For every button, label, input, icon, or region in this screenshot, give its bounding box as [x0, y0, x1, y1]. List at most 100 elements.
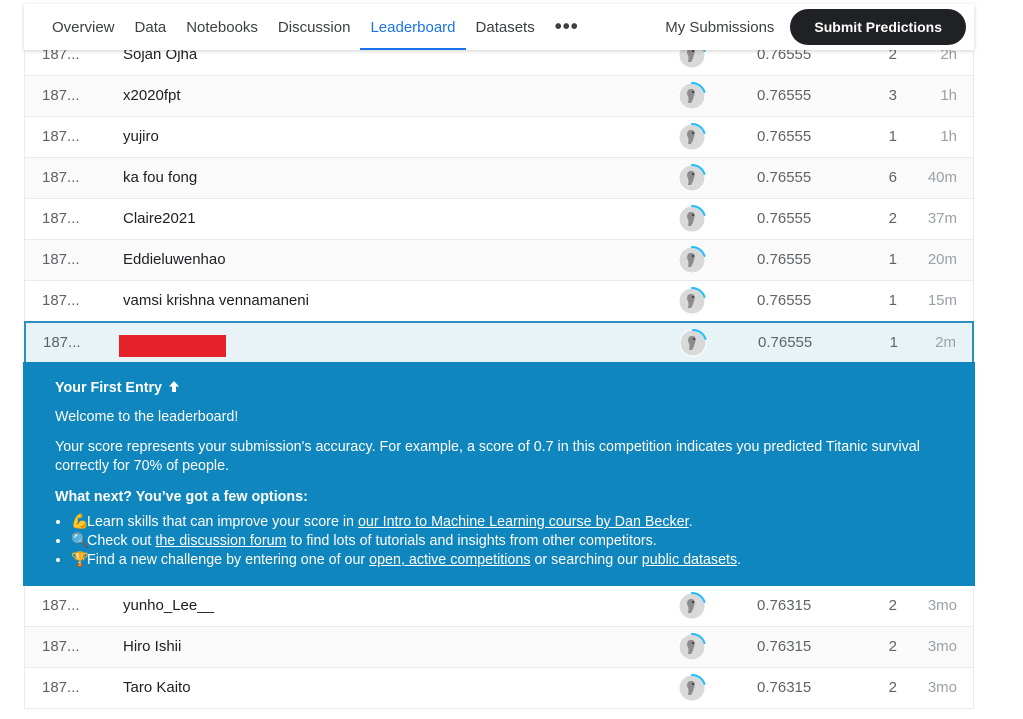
my-entry-row[interactable]: 187... 0.76555 1 2m	[24, 321, 974, 365]
banner-title: Your First Entry	[55, 380, 943, 396]
user-avatar-icon[interactable]	[677, 81, 707, 111]
rank: 187...	[42, 210, 80, 227]
last-submission: 3mo	[927, 597, 957, 614]
score: 0.76315	[757, 638, 812, 655]
score: 0.76555	[757, 251, 812, 268]
score: 0.76315	[757, 597, 812, 614]
user-avatar-icon[interactable]	[677, 591, 707, 621]
entries-count: 6	[888, 169, 897, 186]
rank: 187...	[42, 87, 80, 104]
table-row[interactable]: 187... Taro Kaito 0.76315 2 3mo	[24, 668, 974, 709]
trophy-icon: 🏆	[71, 552, 89, 568]
table-row[interactable]: 187... Eddieluwenhao 0.76555 1 20m	[24, 240, 974, 281]
user-avatar-icon[interactable]	[677, 122, 707, 152]
score: 0.76555	[757, 128, 812, 145]
option-text: Learn skills that can improve your score…	[87, 514, 358, 530]
tab-data[interactable]: Data	[125, 4, 177, 50]
table-row[interactable]: 187... vamsi krishna vennamaneni 0.76555 1…	[24, 281, 974, 322]
entries-count: 1	[888, 128, 897, 145]
last-submission: 1h	[940, 128, 957, 145]
option-text: Find a new challenge by entering one of …	[87, 552, 370, 568]
table-row[interactable]: 187... ka fou fong 0.76555 6 40m	[24, 158, 974, 199]
table-row[interactable]: 187... x2020fpt 0.76555 3 1h	[24, 76, 974, 117]
entries-count: 2	[888, 638, 897, 655]
last-submission: 2m	[935, 334, 956, 351]
rank: 187...	[42, 169, 80, 186]
entries-count: 1	[888, 251, 897, 268]
option-text: .	[737, 552, 742, 568]
table-row[interactable]: 187... Claire2021 0.76555 2 37m	[24, 199, 974, 240]
team-name[interactable]: x2020fpt	[123, 76, 181, 116]
tab-notebooks[interactable]: Notebooks	[176, 4, 268, 50]
option-text: or searching our	[530, 552, 642, 568]
last-submission: 1h	[940, 87, 957, 104]
rank: 187...	[42, 638, 80, 655]
rank: 187...	[42, 679, 80, 696]
tab-overview[interactable]: Overview	[42, 4, 125, 50]
option-text: to find lots of tutorials and insights f…	[286, 533, 657, 549]
score: 0.76555	[757, 169, 812, 186]
table-row[interactable]: 187... yujiro 0.76555 1 1h	[24, 117, 974, 158]
nav-tabs: Overview Data Notebooks Discussion Leaderboa…	[24, 4, 545, 50]
team-name[interactable]: vamsi krishna vennamaneni	[123, 281, 309, 321]
submit-predictions-button[interactable]: Submit Predictions	[790, 9, 966, 45]
user-avatar-icon[interactable]	[677, 163, 707, 193]
tab-datasets[interactable]: Datasets	[466, 4, 545, 50]
rank: 187...	[42, 292, 80, 309]
competition-nav: Overview Data Notebooks Discussion Leaderboa…	[24, 4, 974, 50]
score: 0.76555	[758, 334, 813, 351]
user-avatar-icon[interactable]	[677, 204, 707, 234]
entries-count: 2	[888, 679, 897, 696]
team-name[interactable]: Taro Kaito	[123, 668, 191, 708]
last-submission: 3mo	[927, 638, 957, 655]
option-learn: 💪Learn skills that can improve your scor…	[71, 513, 943, 532]
my-submissions-link[interactable]: My Submissions	[665, 19, 774, 36]
last-submission: 15m	[927, 292, 957, 309]
arrow-up-icon	[168, 381, 179, 392]
discussion-forum-link[interactable]: the discussion forum	[155, 533, 286, 549]
score: 0.76555	[757, 87, 812, 104]
rank: 187...	[43, 334, 81, 351]
team-name[interactable]: ka fou fong	[123, 158, 197, 198]
intro-ml-course-link[interactable]: our Intro to Machine Learning course by …	[358, 514, 689, 530]
entries-count: 2	[888, 597, 897, 614]
score: 0.76555	[757, 210, 812, 227]
score: 0.76555	[757, 292, 812, 309]
user-avatar-icon[interactable]	[677, 673, 707, 703]
table-row[interactable]: 187... yunho_Lee__ 0.76315 2 3mo	[24, 586, 974, 627]
banner-body: Your score represents your submission's …	[55, 439, 920, 474]
user-avatar-icon[interactable]	[678, 328, 708, 358]
last-submission: 3mo	[927, 679, 957, 696]
rank: 187...	[42, 597, 80, 614]
user-avatar-icon[interactable]	[677, 245, 707, 275]
magnifier-icon: 🔍	[71, 533, 89, 549]
option-discussion: 🔍Check out the discussion forum to find …	[71, 532, 943, 551]
more-icon[interactable]: •••	[545, 16, 589, 39]
tab-leaderboard[interactable]: Leaderboard	[360, 4, 466, 50]
user-avatar-icon[interactable]	[677, 286, 707, 316]
banner-title-text: Your First Entry	[55, 380, 162, 396]
banner-options-list: 💪Learn skills that can improve your scor…	[55, 513, 943, 570]
team-name[interactable]: yujiro	[123, 117, 159, 157]
entries-count: 1	[889, 334, 898, 351]
option-text: .	[688, 514, 693, 530]
last-submission: 37m	[927, 210, 957, 227]
team-name[interactable]: Eddieluwenhao	[123, 240, 226, 280]
banner-next-heading: What next? You’ve got a few options:	[55, 489, 308, 505]
user-avatar-icon[interactable]	[677, 632, 707, 662]
banner-welcome: Welcome to the leaderboard!	[55, 409, 239, 425]
first-entry-banner: Your First Entry Welcome to the leaderbo…	[23, 362, 975, 586]
last-submission: 40m	[927, 169, 957, 186]
team-name[interactable]: yunho_Lee__	[123, 586, 214, 626]
team-name[interactable]: Claire2021	[123, 199, 196, 239]
rank: 187...	[42, 128, 80, 145]
rank: 187...	[42, 251, 80, 268]
score: 0.76315	[757, 679, 812, 696]
team-name[interactable]: Hiro Ishii	[123, 627, 181, 667]
option-text: Check out	[87, 533, 156, 549]
public-datasets-link[interactable]: public datasets	[642, 552, 737, 568]
entries-count: 1	[888, 292, 897, 309]
tab-discussion[interactable]: Discussion	[268, 4, 361, 50]
active-competitions-link[interactable]: open, active competitions	[369, 552, 530, 568]
table-row[interactable]: 187... Hiro Ishii 0.76315 2 3mo	[24, 627, 974, 668]
